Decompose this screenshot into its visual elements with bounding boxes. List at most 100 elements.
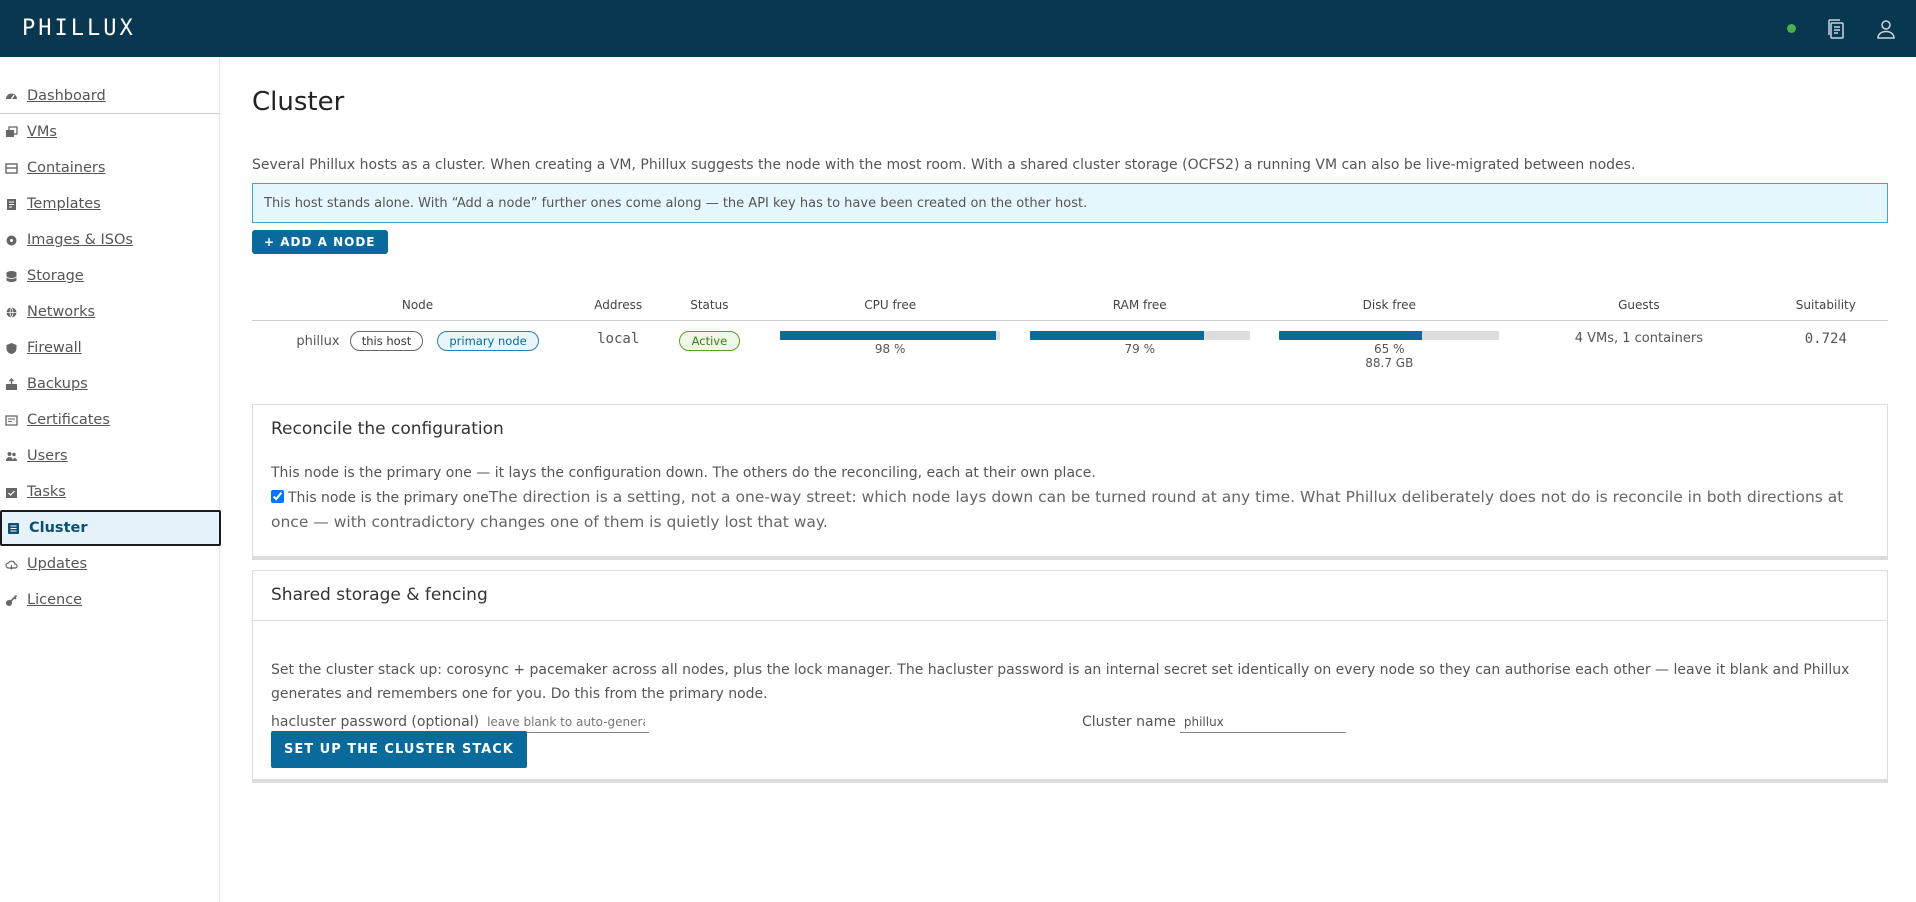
sidebar-item-label: Backups xyxy=(27,376,88,392)
ram-free-cell: 79 % xyxy=(1015,320,1265,378)
sidebar-item-label: Firewall xyxy=(27,340,82,356)
sidebar-item-networks[interactable]: Networks xyxy=(0,294,219,330)
cpu-free-bar xyxy=(780,330,1001,340)
key-icon xyxy=(5,594,18,607)
ram-free-bar-fill xyxy=(1029,330,1204,340)
sidebar-item-label: Certificates xyxy=(27,412,110,428)
sidebar-nav: Dashboard VMs Containers Templates Image… xyxy=(0,78,221,618)
users-icon xyxy=(5,450,18,463)
ram-free-bar xyxy=(1029,330,1250,340)
primary-node-checkbox[interactable] xyxy=(271,490,284,503)
column-header-suitability[interactable]: Suitability xyxy=(1763,291,1888,321)
user-account-icon[interactable] xyxy=(1876,19,1896,39)
table-header-row: Node Address Status CPU free RAM free Di… xyxy=(252,291,1888,321)
sidebar-item-label: Updates xyxy=(27,556,88,572)
primary-node-setting: This node is the primary oneThe directio… xyxy=(271,485,1871,534)
status-badge: Active xyxy=(678,330,741,351)
sidebar-item-licence[interactable]: Licence xyxy=(0,582,219,618)
sidebar-item-certificates[interactable]: Certificates xyxy=(0,402,219,438)
sidebar: Dashboard VMs Containers Templates Image… xyxy=(0,57,221,902)
vm-icon xyxy=(5,125,18,139)
disc-icon xyxy=(5,234,18,247)
sidebar-item-label: Dashboard xyxy=(27,87,106,104)
sidebar-item-updates[interactable]: Updates xyxy=(0,546,219,582)
cluster-name-input[interactable] xyxy=(1179,711,1346,733)
column-header-guests[interactable]: Guests xyxy=(1514,291,1764,321)
dashboard-icon xyxy=(5,89,18,102)
info-alert-text: This host stands alone. With “Add a node… xyxy=(264,195,1088,211)
certificate-icon xyxy=(5,414,18,427)
sidebar-item-users[interactable]: Users xyxy=(0,438,219,474)
container-icon xyxy=(5,162,18,175)
fencing-description: Set the cluster stack up: corosync + pac… xyxy=(271,662,1850,702)
suitability-score: 0.724 xyxy=(1804,330,1847,347)
hacluster-password-input[interactable] xyxy=(483,711,650,733)
guests-count: 4 VMs, 1 containers xyxy=(1574,330,1704,346)
add-node-button[interactable]: + ADD A NODE xyxy=(252,230,388,254)
sidebar-item-templates[interactable]: Templates xyxy=(0,186,219,222)
disk-size-label: 88.7 GB xyxy=(1365,355,1414,370)
status-cell: Active xyxy=(653,320,765,378)
sidebar-item-firewall[interactable]: Firewall xyxy=(0,330,219,366)
disk-free-label: 65 % xyxy=(1374,341,1405,356)
sidebar-item-label: Licence xyxy=(27,592,83,608)
cpu-free-cell: 98 % xyxy=(765,320,1015,378)
disk-free-bar-fill xyxy=(1279,330,1423,340)
disk-free-bar xyxy=(1279,330,1500,340)
info-alert: This host stands alone. With “Add a node… xyxy=(252,183,1888,223)
column-header-disk-free[interactable]: Disk free xyxy=(1264,291,1515,321)
primary-node-checkbox-label[interactable]: This node is the primary one xyxy=(288,490,489,506)
nodes-table: Node Address Status CPU free RAM free Di… xyxy=(252,291,1888,378)
fencing-title: Shared storage & fencing xyxy=(271,585,488,605)
sidebar-item-cluster[interactable]: Cluster xyxy=(0,510,221,546)
top-bar-actions xyxy=(1787,0,1896,57)
documents-icon[interactable] xyxy=(1826,18,1846,40)
sidebar-item-label: Networks xyxy=(27,304,96,320)
app-logo[interactable]: PHILLUX xyxy=(22,16,136,41)
status-indicator-icon xyxy=(1787,24,1796,33)
template-icon xyxy=(5,198,18,211)
guests-cell: 4 VMs, 1 containers xyxy=(1514,320,1764,378)
table-row[interactable]: phillux this host primary node local Act… xyxy=(252,320,1888,378)
column-header-address[interactable]: Address xyxy=(583,291,654,321)
hacluster-password-label: hacluster password (optional) xyxy=(271,714,480,730)
sidebar-item-dashboard[interactable]: Dashboard xyxy=(0,78,219,114)
sidebar-item-images-isos[interactable]: Images & ISOs xyxy=(0,222,219,258)
ram-free-label: 79 % xyxy=(1124,341,1155,356)
database-icon xyxy=(5,270,18,283)
cloud-icon xyxy=(5,558,18,571)
page-title: Cluster xyxy=(252,87,345,117)
intro-text: Several Phillux hosts as a cluster. When… xyxy=(252,157,1636,173)
sidebar-item-label: Templates xyxy=(27,196,101,212)
reconcile-panel: Reconcile the configuration This node is… xyxy=(252,404,1888,560)
sidebar-item-label: Storage xyxy=(27,268,84,284)
sidebar-item-backups[interactable]: Backups xyxy=(0,366,219,402)
backup-icon xyxy=(5,377,18,391)
top-bar: PHILLUX xyxy=(0,0,1916,57)
cluster-name-field: Cluster name xyxy=(1082,711,1346,733)
column-header-status[interactable]: Status xyxy=(653,291,766,321)
column-header-node[interactable]: Node xyxy=(252,291,584,321)
suitability-cell: 0.724 xyxy=(1764,320,1888,378)
node-name: phillux xyxy=(296,333,340,349)
tasks-icon xyxy=(5,486,18,499)
sidebar-item-tasks[interactable]: Tasks xyxy=(0,474,219,510)
column-header-cpu-free[interactable]: CPU free xyxy=(765,291,1015,321)
cluster-name-label: Cluster name xyxy=(1082,714,1176,730)
sidebar-item-label: Users xyxy=(27,448,68,464)
sidebar-item-vms[interactable]: VMs xyxy=(0,114,219,150)
fencing-panel: Shared storage & fencing Set the cluster… xyxy=(252,570,1888,783)
primary-node-badge: primary node xyxy=(437,330,539,351)
sidebar-item-containers[interactable]: Containers xyxy=(0,150,219,186)
this-host-badge: this host xyxy=(349,330,424,351)
shield-icon xyxy=(5,342,18,355)
column-header-ram-free[interactable]: RAM free xyxy=(1014,291,1265,321)
node-address: local xyxy=(597,330,640,347)
sidebar-item-label: Containers xyxy=(27,160,106,176)
sidebar-item-storage[interactable]: Storage xyxy=(0,258,219,294)
setup-cluster-stack-button[interactable]: SET UP THE CLUSTER STACK xyxy=(271,731,527,768)
fencing-panel-header: Shared storage & fencing xyxy=(253,571,1887,621)
cluster-icon xyxy=(7,522,20,535)
sidebar-item-label: Images & ISOs xyxy=(27,232,133,248)
sidebar-item-label: Cluster xyxy=(29,520,88,536)
